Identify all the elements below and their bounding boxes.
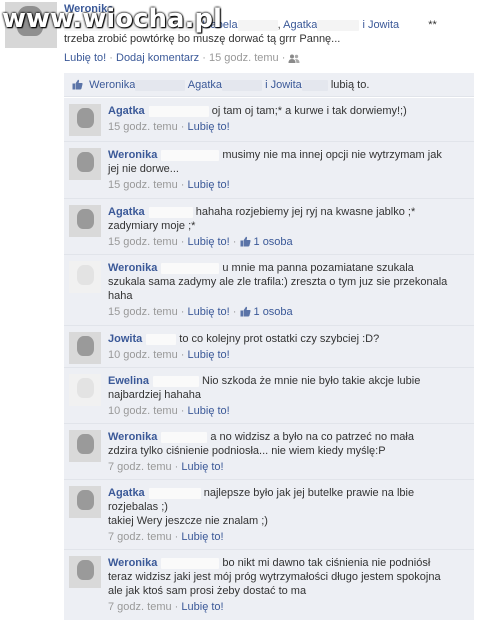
comment-text: musimy nie ma innej opcji nie wytrzymam … — [222, 149, 442, 161]
comment-author[interactable]: Jowita — [108, 333, 142, 345]
comment-author[interactable]: Agatka — [108, 487, 145, 499]
add-comment-link[interactable]: Dodaj komentarz — [116, 52, 199, 64]
comment-text: najlepsze było jak jej butelke prawie na… — [203, 487, 415, 499]
liker-agatka[interactable]: Agatka — [188, 79, 222, 91]
comment-like-link[interactable]: Lubię to! — [188, 121, 230, 133]
commenter-avatar[interactable] — [69, 556, 101, 588]
comment-text: a no widzisz a było na co patrzeć no mał… — [210, 431, 414, 443]
liker-jowita[interactable]: i Jowita — [265, 79, 302, 91]
commenter-avatar[interactable] — [69, 374, 101, 406]
comment-text-line2: najbardziej hahaha — [108, 389, 201, 401]
comment-text: hahaha rozjebiemy jej ryj na kwasne jabl… — [195, 206, 416, 218]
liker-weronika[interactable]: Weronika — [89, 79, 135, 91]
comment-list: Agatka oj tam oj tam;* a kurwe i tak dor… — [64, 98, 474, 620]
comment-like-link[interactable]: Lubię to! — [181, 601, 223, 613]
post-actions: Lubię to! · Dodaj komentarz · 15 godz. t… — [64, 52, 474, 64]
post-text-line2: trzeba zrobić powtórkę bo muszę dorwać t… — [64, 33, 341, 45]
comment-text: oj tam oj tam;* a kurwe i tak dorwiemy!;… — [211, 105, 407, 117]
comment: Agatka najlepsze było jak jej butelke pr… — [64, 480, 474, 550]
watermark: www.wiocha.pl — [2, 4, 222, 34]
comment-like-link[interactable]: Lubię to! — [188, 405, 230, 417]
comment-text: to co kolejny prot ostatki czy szybciej … — [179, 333, 380, 345]
comment-author[interactable]: Weronika — [108, 149, 157, 161]
comment: Weronika a no widzisz a było na co patrz… — [64, 424, 474, 480]
comment-timestamp[interactable]: 15 godz. temu — [108, 306, 178, 318]
comment-like-link[interactable]: Lubię to! — [188, 236, 230, 248]
comment-text: u mnie ma panna pozamiatane szukala — [222, 262, 414, 274]
commenter-avatar[interactable] — [69, 205, 101, 237]
post-like-link[interactable]: Lubię to! — [64, 52, 106, 64]
comment: Agatka hahaha rozjebiemy jej ryj na kwas… — [64, 199, 474, 255]
comment-timestamp[interactable]: 10 godz. temu — [108, 405, 178, 417]
comment-like-link[interactable]: Lubię to! — [188, 349, 230, 361]
comment-text-line3: ale jak ktoś sam prosi żeby dostać to ma — [108, 585, 307, 597]
comment-like-link[interactable]: Lubię to! — [188, 306, 230, 318]
comment-text-line2: szukala sama zadymy ale zle trafila:) zr… — [108, 276, 448, 288]
comment-likes-count[interactable]: 1 osoba — [254, 306, 293, 318]
comment-timestamp[interactable]: 15 godz. temu — [108, 179, 178, 191]
comment-timestamp[interactable]: 7 godz. temu — [108, 461, 172, 473]
comment-timestamp[interactable]: 10 godz. temu — [108, 349, 178, 361]
comment-author[interactable]: Agatka — [108, 206, 145, 218]
likes-summary: Weronika Agatka i Jowita lubią to. — [64, 73, 474, 97]
comment-timestamp[interactable]: 15 godz. temu — [108, 236, 178, 248]
comment-author[interactable]: Weronika — [108, 557, 157, 569]
commenter-avatar[interactable] — [69, 332, 101, 364]
comment-text-line2: jej nie dorwe... — [108, 163, 179, 175]
friends-icon — [288, 54, 300, 63]
thumbs-up-icon — [240, 306, 251, 317]
tag-jowita[interactable]: i Jowita — [362, 19, 399, 31]
comment-text-line2: zdzira tylko ciśnienie podniosła... nie … — [108, 445, 386, 457]
post-timestamp[interactable]: 15 godz. temu — [209, 52, 279, 64]
comment-author[interactable]: Weronika — [108, 431, 157, 443]
comment-text: Nio szkoda że mnie nie było takie akcje … — [202, 375, 421, 387]
comment-likes-count[interactable]: 1 osoba — [254, 236, 293, 248]
comment-author[interactable]: Ewelina — [108, 375, 149, 387]
likes-suffix: lubią to. — [330, 79, 370, 91]
comment-text-line2: teraz widzisz jaki jest mój próg wytrzym… — [108, 571, 441, 583]
commenter-avatar[interactable] — [69, 148, 101, 180]
comment-timestamp[interactable]: 7 godz. temu — [108, 601, 172, 613]
comment-author[interactable]: Weronika — [108, 262, 157, 274]
comment-text-line3: haha — [108, 290, 133, 302]
comment-text: bo nikt mi dawno tak ciśnienia nie podni… — [222, 557, 431, 569]
comment-text-line3: takiej Wery jeszcze nie znalam ;) — [108, 515, 268, 527]
thumbs-up-icon — [240, 236, 251, 247]
comment-like-link[interactable]: Lubię to! — [181, 531, 223, 543]
comment-like-link[interactable]: Lubię to! — [181, 461, 223, 473]
commenter-avatar[interactable] — [69, 430, 101, 462]
commenter-avatar[interactable] — [69, 104, 101, 136]
comment: Ewelina Nio szkoda że mnie nie było taki… — [64, 368, 474, 424]
comment: Weronika u mnie ma panna pozamiatane szu… — [64, 255, 474, 326]
comment-like-link[interactable]: Lubię to! — [188, 179, 230, 191]
comment: Weronika bo nikt mi dawno tak ciśnienia … — [64, 550, 474, 620]
post-asterisks: ** — [428, 19, 437, 31]
comment-author[interactable]: Agatka — [108, 105, 145, 117]
tag-agatka[interactable]: Agatka — [283, 19, 317, 31]
comment: Weronika musimy nie ma innej opcji nie w… — [64, 142, 474, 199]
commenter-avatar[interactable] — [69, 486, 101, 518]
commenter-avatar[interactable] — [69, 261, 101, 293]
comment: Agatka oj tam oj tam;* a kurwe i tak dor… — [64, 98, 474, 142]
comment: Jowita to co kolejny prot ostatki czy sz… — [64, 326, 474, 368]
comment-timestamp[interactable]: 7 godz. temu — [108, 531, 172, 543]
thumbs-up-icon — [72, 79, 83, 90]
comment-timestamp[interactable]: 15 godz. temu — [108, 121, 178, 133]
comment-text-line2: zadymiary moje ;* — [108, 220, 196, 232]
comment-text-line2: rozjebalas ;) — [108, 501, 168, 513]
